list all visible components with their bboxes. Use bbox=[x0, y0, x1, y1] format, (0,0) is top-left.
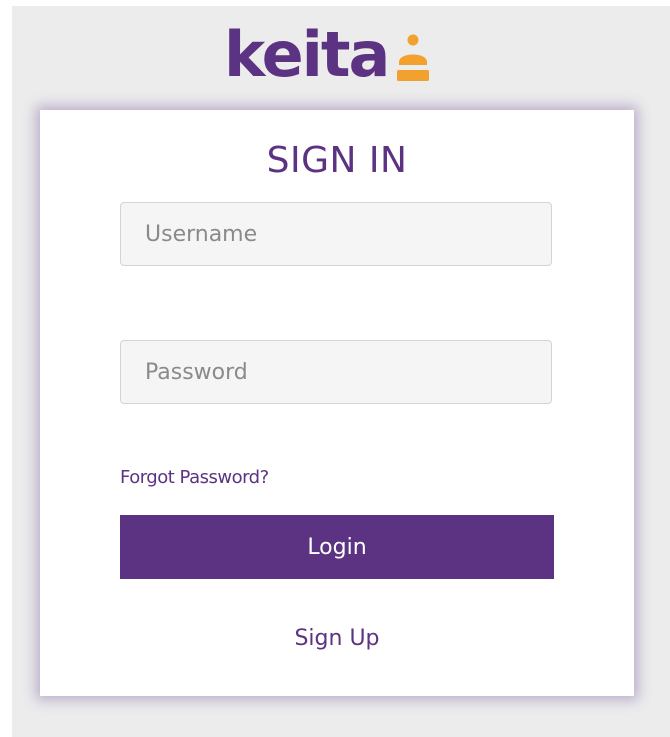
page-title: SIGN IN bbox=[266, 140, 408, 181]
sign-in-card: SIGN IN Forgot Password? Login Sign Up bbox=[40, 110, 634, 696]
username-input[interactable] bbox=[120, 202, 552, 266]
sign-up-link[interactable]: Sign Up bbox=[40, 626, 634, 651]
page-background: keita SIGN IN Forgot Password? Login Sig… bbox=[12, 6, 670, 737]
person-icon bbox=[396, 30, 430, 86]
forgot-password-link[interactable]: Forgot Password? bbox=[120, 467, 269, 488]
logo-wordmark: keita bbox=[224, 18, 390, 91]
keita-logo: keita bbox=[224, 16, 430, 94]
login-button[interactable]: Login bbox=[120, 515, 554, 579]
password-input[interactable] bbox=[120, 340, 552, 404]
